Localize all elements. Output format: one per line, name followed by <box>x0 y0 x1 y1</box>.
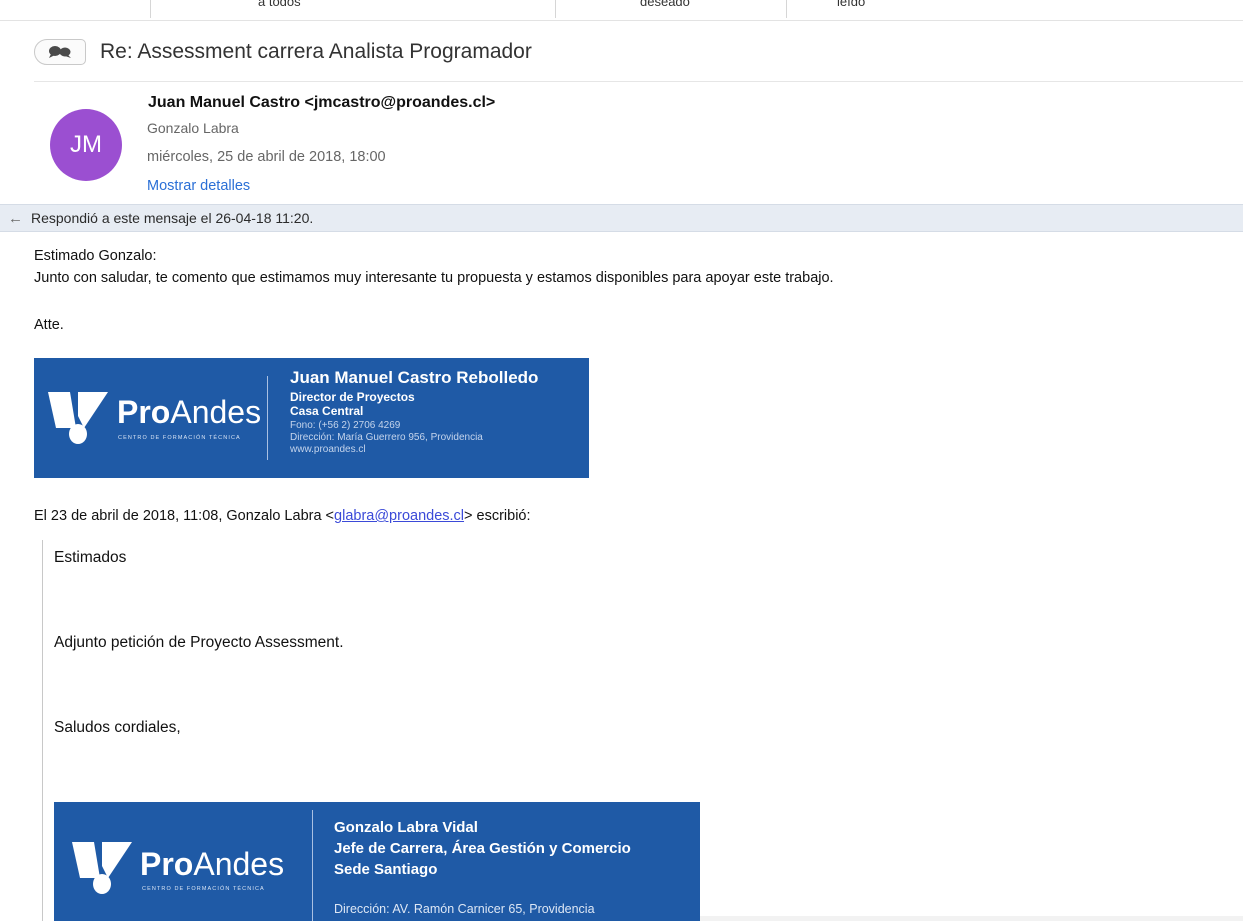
subject-row: Re: Assessment carrera Analista Programa… <box>34 37 532 67</box>
body-greeting: Estimado Gonzalo: <box>34 248 157 264</box>
quoted-line: Estimados <box>54 549 127 566</box>
scroll-shadow <box>700 916 1243 921</box>
quoted-email-link[interactable]: glabra@proandes.cl <box>334 508 464 524</box>
signature-web: www.proandes.cl <box>290 444 366 455</box>
toolbar-separator <box>555 0 556 18</box>
toolbar-separator <box>150 0 151 18</box>
body-line: Junto con saludar, te comento que estima… <box>34 270 834 286</box>
quote-bar <box>42 540 43 921</box>
signature-office: Sede Santiago <box>334 861 438 878</box>
signature-role: Jefe de Carrera, Área Gestión y Comercio <box>334 840 631 857</box>
proandes-logo-icon <box>48 392 108 444</box>
signature-divider <box>312 810 313 921</box>
recipient-name[interactable]: Gonzalo Labra <box>147 120 239 136</box>
toolbar-label-desired[interactable]: deseado <box>640 0 690 9</box>
signature-banner: ProAndes CENTRO DE FORMACIÓN TÉCNICA Jua… <box>34 358 589 478</box>
quoted-line: Adjunto petición de Proyecto Assessment. <box>54 634 344 651</box>
replied-banner: ← Respondió a este mensaje el 26-04-18 1… <box>0 204 1243 232</box>
quote-header: El 23 de abril de 2018, 11:08, Gonzalo L… <box>34 508 531 524</box>
brand-logo-text: ProAndes <box>140 846 285 882</box>
quote-header-suffix: > escribió: <box>464 508 531 524</box>
body-closing: Atte. <box>34 317 64 333</box>
signature-phone: Fono: (+56 2) 2706 4269 <box>290 420 401 431</box>
sender-avatar: JM <box>50 109 122 181</box>
brand-tagline: CENTRO DE FORMACIÓN TÉCNICA <box>118 435 241 441</box>
replied-notice: Respondió a este mensaje el 26-04-18 11:… <box>31 210 314 226</box>
proandes-logo-icon <box>72 842 132 894</box>
brand-logo-text: ProAndes <box>117 394 262 430</box>
quoted-line: Saludos cordiales, <box>54 719 181 736</box>
quoted-signature-banner: ProAndes CENTRO DE FORMACIÓN TÉCNICA Gon… <box>54 802 700 921</box>
subject-divider <box>34 81 1243 82</box>
toolbar-label-read[interactable]: leído <box>837 0 865 9</box>
quote-header-prefix: El 23 de abril de 2018, 11:08, Gonzalo L… <box>34 508 335 524</box>
email-subject: Re: Assessment carrera Analista Programa… <box>100 40 532 63</box>
signature-role: Director de Proyectos <box>290 390 415 404</box>
brand-tagline: CENTRO DE FORMACIÓN TÉCNICA <box>142 886 265 892</box>
signature-address: Dirección: María Guerrero 956, Providenc… <box>290 432 483 443</box>
signature-address: Dirección: AV. Ramón Carnicer 65, Provid… <box>334 902 595 916</box>
toolbar-strip: a todos deseado leído <box>0 0 1243 22</box>
toolbar-bottom-border <box>0 20 1243 21</box>
signature-divider <box>267 376 268 460</box>
show-details-link[interactable]: Mostrar detalles <box>147 178 250 194</box>
message-date: miércoles, 25 de abril de 2018, 18:00 <box>147 149 386 165</box>
signature-office: Casa Central <box>290 404 364 418</box>
sender-address[interactable]: Juan Manuel Castro <jmcastro@proandes.cl… <box>148 94 495 112</box>
reply-arrow-icon: ← <box>8 209 23 227</box>
toolbar-label-reply-all[interactable]: a todos <box>258 0 301 9</box>
conversation-icon[interactable] <box>34 39 86 65</box>
signature-name: Juan Manuel Castro Rebolledo <box>290 368 539 387</box>
signature-name: Gonzalo Labra Vidal <box>334 819 478 836</box>
toolbar-separator <box>786 0 787 18</box>
